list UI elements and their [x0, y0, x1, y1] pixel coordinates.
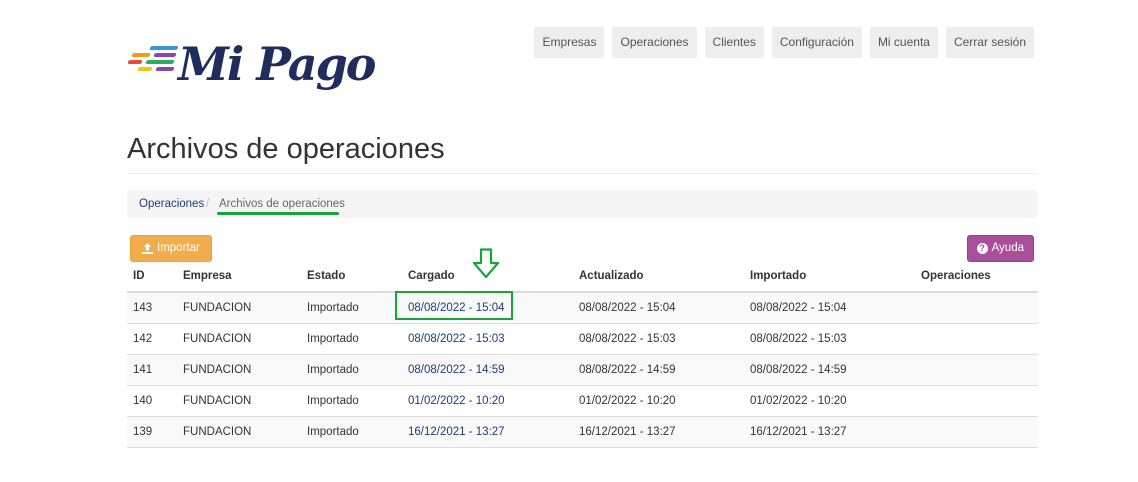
question-circle-icon: ? [976, 243, 988, 254]
cell-id: 142 [133, 333, 153, 345]
cell-id: 141 [133, 364, 153, 376]
cell-estado: Importado [307, 333, 359, 345]
cell-cargado-link[interactable]: 08/08/2022 - 15:03 [408, 324, 505, 354]
cell-id: 139 [133, 426, 153, 438]
cell-importado: 01/02/2022 - 10:20 [750, 395, 847, 407]
breadcrumb-operaciones-link[interactable]: Operaciones [139, 190, 204, 218]
column-header-operaciones: Operaciones [921, 270, 991, 282]
cell-actualizado: 08/08/2022 - 15:03 [579, 333, 676, 345]
cell-empresa: FUNDACION [183, 302, 252, 314]
cell-importado: 08/08/2022 - 15:03 [750, 333, 847, 345]
upload-icon [142, 243, 153, 254]
cell-importado: 08/08/2022 - 15:04 [750, 302, 847, 314]
cell-estado: Importado [307, 426, 359, 438]
cell-empresa: FUNDACION [183, 395, 252, 407]
cell-id: 143 [133, 302, 153, 314]
cell-cargado-link[interactable]: 08/08/2022 - 14:59 [408, 355, 505, 385]
breadcrumb-separator: / [206, 198, 210, 210]
cell-importado: 16/12/2021 - 13:27 [750, 426, 847, 438]
nav-configuracion[interactable]: Configuración [771, 27, 862, 58]
cell-estado: Importado [307, 364, 359, 376]
cell-actualizado: 08/08/2022 - 15:04 [579, 302, 676, 314]
import-button-label: Importar [157, 242, 200, 254]
top-navigation: Empresas Operaciones Clientes Configurac… [534, 27, 1034, 58]
table-row: 142 FUNDACION Importado 08/08/2022 - 15:… [127, 324, 1038, 355]
column-header-actualizado: Actualizado [579, 270, 644, 282]
table-row: 139 FUNDACION Importado 16/12/2021 - 13:… [127, 417, 1038, 448]
cell-cargado-link[interactable]: 16/12/2021 - 13:27 [408, 417, 505, 447]
column-header-cargado: Cargado [408, 270, 455, 282]
cell-actualizado: 16/12/2021 - 13:27 [579, 426, 676, 438]
title-divider [127, 173, 1038, 174]
cell-actualizado: 01/02/2022 - 10:20 [579, 395, 676, 407]
table-row: 140 FUNDACION Importado 01/02/2022 - 10:… [127, 386, 1038, 417]
cell-estado: Importado [307, 395, 359, 407]
cell-actualizado: 08/08/2022 - 14:59 [579, 364, 676, 376]
nav-operaciones[interactable]: Operaciones [612, 27, 697, 58]
operations-files-table: ID Empresa Estado Cargado Actualizado Im… [127, 262, 1038, 448]
annotation-underline [217, 212, 339, 215]
table-header-row: ID Empresa Estado Cargado Actualizado Im… [127, 262, 1038, 293]
nav-mi-cuenta[interactable]: Mi cuenta [869, 27, 938, 58]
cell-cargado-link[interactable]: 01/02/2022 - 10:20 [408, 386, 505, 416]
column-header-id: ID [133, 270, 145, 282]
help-button-label: Ayuda [991, 242, 1024, 254]
nav-empresas[interactable]: Empresas [534, 27, 605, 58]
import-button[interactable]: Importar [130, 235, 212, 262]
column-header-empresa: Empresa [183, 270, 232, 282]
table-row: 141 FUNDACION Importado 08/08/2022 - 14:… [127, 355, 1038, 386]
help-button[interactable]: ? Ayuda [966, 235, 1034, 262]
nav-cerrar-sesion[interactable]: Cerrar sesión [945, 27, 1034, 58]
cell-empresa: FUNDACION [183, 426, 252, 438]
cell-importado: 08/08/2022 - 14:59 [750, 364, 847, 376]
cell-id: 140 [133, 395, 153, 407]
cell-estado: Importado [307, 302, 359, 314]
logo-text: Mi Pago [178, 37, 376, 91]
column-header-estado: Estado [307, 270, 346, 282]
cell-cargado-link[interactable]: 08/08/2022 - 15:04 [408, 293, 505, 323]
logo[interactable]: Mi Pago [127, 34, 376, 100]
cell-empresa: FUNDACION [183, 364, 252, 376]
breadcrumb: Operaciones / Archivos de operaciones [127, 190, 1038, 218]
cell-empresa: FUNDACION [183, 333, 252, 345]
table-row: 143 FUNDACION Importado 08/08/2022 - 15:… [127, 293, 1038, 324]
page-title: Archivos de operaciones [127, 133, 445, 165]
nav-clientes[interactable]: Clientes [704, 27, 764, 58]
column-header-importado: Importado [750, 270, 807, 282]
